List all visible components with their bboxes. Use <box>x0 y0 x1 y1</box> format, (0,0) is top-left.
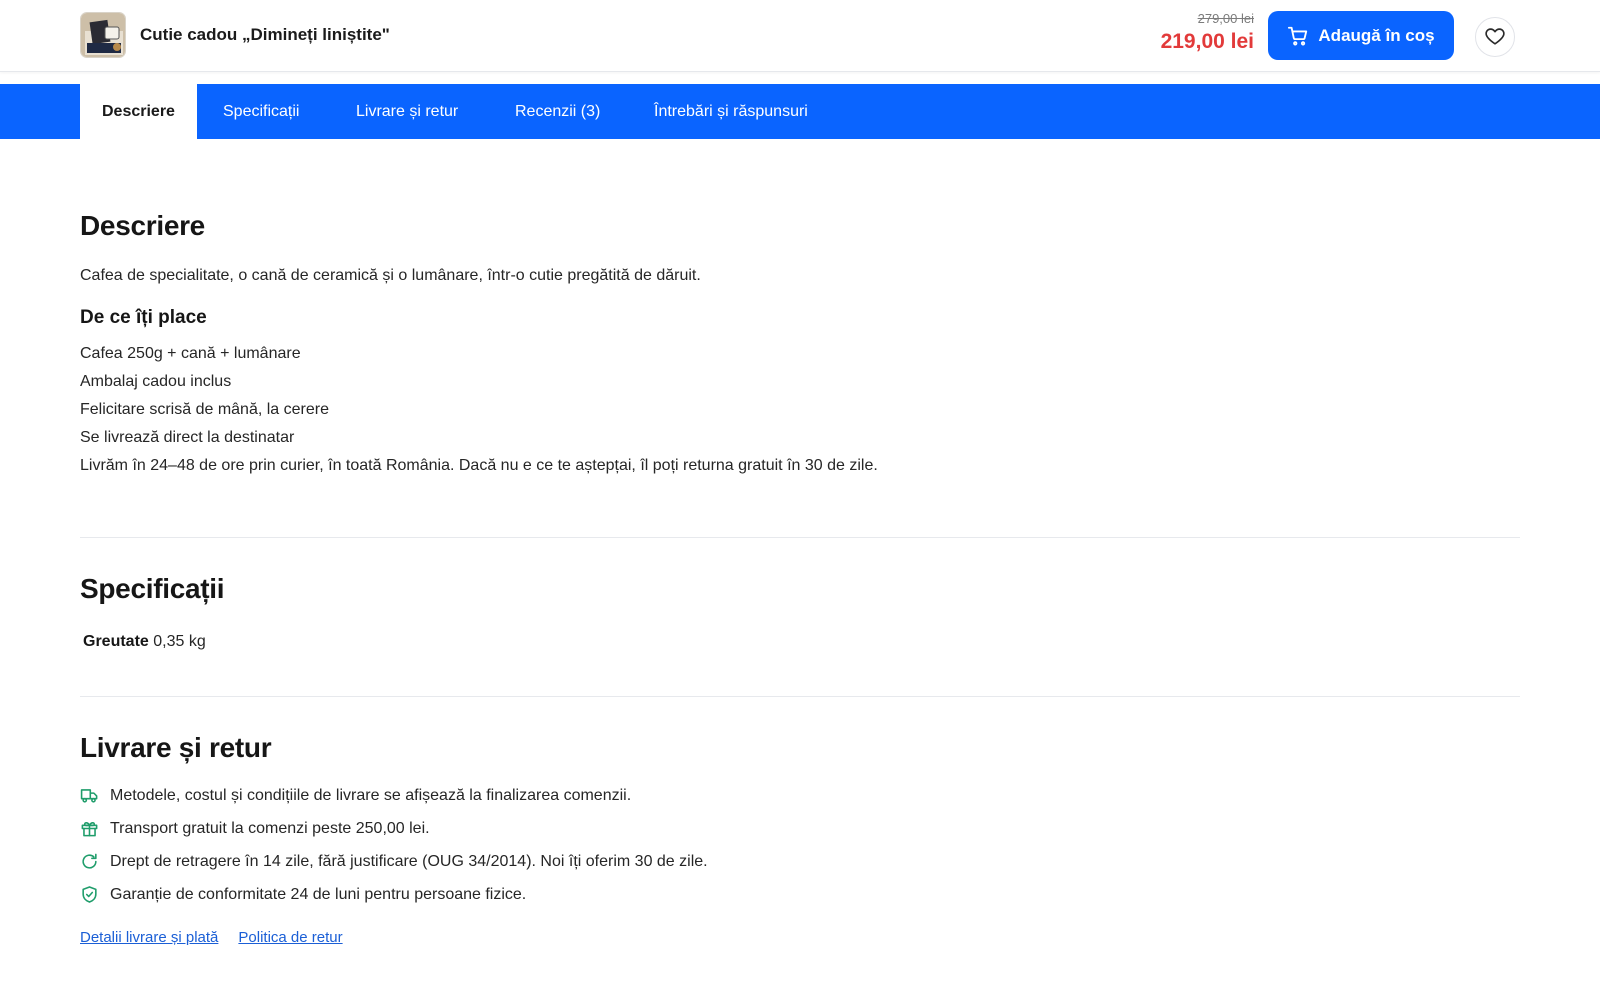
sticky-product-header: Cutie cadou „Dimineți liniștite" 279,00 … <box>0 0 1600 72</box>
why-you-like-heading: De ce îți place <box>80 307 207 328</box>
cart-icon <box>1287 25 1309 47</box>
refresh-icon <box>80 852 99 871</box>
spec-value: 0,35 kg <box>153 633 206 650</box>
list-item: Metodele, costul și condițiile de livrar… <box>80 786 708 819</box>
delivery-info-text: Metodele, costul și condițiile de livrar… <box>110 787 632 804</box>
list-item: Drept de retragere în 14 zile, fără just… <box>80 852 708 885</box>
list-item: Transport gratuit la comenzi peste 250,0… <box>80 819 708 852</box>
return-policy-link[interactable]: Politica de retur <box>238 929 342 946</box>
truck-icon <box>80 786 99 805</box>
delivery-info-text: Drept de retragere în 14 zile, fără just… <box>110 853 708 870</box>
delivery-info-text: Garanție de conformitate 24 de luni pent… <box>110 886 527 903</box>
tab-delivery-returns[interactable]: Livrare și retur <box>334 84 480 139</box>
list-item: Livrăm în 24–48 de ore prin curier, în t… <box>80 457 878 474</box>
heart-icon <box>1484 25 1506 50</box>
delivery-info-list: Metodele, costul și condițiile de livrar… <box>80 786 708 918</box>
add-to-cart-button[interactable]: Adaugă în coș <box>1268 11 1454 60</box>
delivery-heading: Livrare și retur <box>80 732 272 763</box>
list-item: Garanție de conformitate 24 de luni pent… <box>80 885 708 918</box>
gift-icon <box>80 819 99 838</box>
delivery-info-text: Transport gratuit la comenzi peste 250,0… <box>110 820 430 837</box>
tab-specifications[interactable]: Specificații <box>201 84 321 139</box>
delivery-payment-details-link[interactable]: Detalii livrare și plată <box>80 929 218 946</box>
tab-description[interactable]: Descriere <box>80 84 197 139</box>
list-item: Se livrează direct la destinatar <box>80 429 295 446</box>
feature-list: Cafea 250g + cană + lumânare Ambalaj cad… <box>80 344 878 484</box>
delivery-links: Detalii livrare și plată Politica de ret… <box>80 929 343 946</box>
product-title: Cutie cadou „Dimineți liniștite" <box>140 25 390 44</box>
list-item: Felicitare scrisă de mână, la cerere <box>80 401 329 418</box>
spec-label: Greutate <box>83 633 149 650</box>
price-box: 279,00 lei 219,00 lei <box>1100 10 1254 56</box>
add-to-cart-label: Adaugă în coș <box>1318 25 1435 45</box>
shield-check-icon <box>80 885 99 904</box>
wishlist-button[interactable] <box>1475 17 1515 57</box>
section-divider <box>80 696 1520 697</box>
spec-row-weight: Greutate 0,35 kg <box>83 633 206 651</box>
tab-questions-answers[interactable]: Întrebări și răspunsuri <box>632 84 830 139</box>
list-item: Cafea 250g + cană + lumânare <box>80 345 301 362</box>
old-price: 279,00 lei <box>1197 11 1254 26</box>
section-tabs: Descriere Specificații Livrare și retur … <box>0 84 1600 139</box>
description-lead: Cafea de specialitate, o cană de ceramic… <box>80 267 701 284</box>
tab-reviews[interactable]: Recenzii (3) <box>493 84 622 139</box>
current-price: 219,00 lei <box>1160 30 1254 53</box>
specifications-heading: Specificații <box>80 573 225 604</box>
section-divider <box>80 537 1520 538</box>
description-heading: Descriere <box>80 210 205 241</box>
product-thumbnail[interactable] <box>80 12 126 58</box>
list-item: Ambalaj cadou inclus <box>80 373 232 390</box>
